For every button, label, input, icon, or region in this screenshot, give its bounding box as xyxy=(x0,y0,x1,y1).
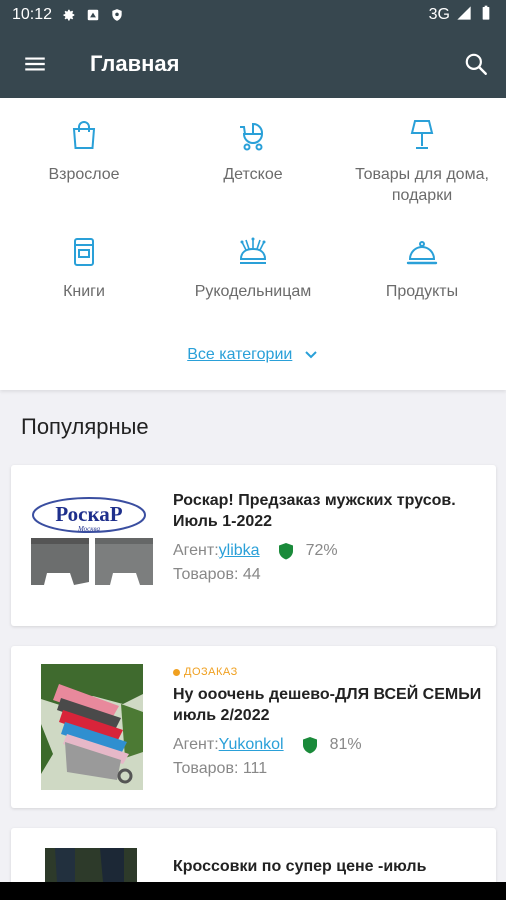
badge-label: ДОЗАКАЗ xyxy=(184,666,238,678)
battery-icon xyxy=(478,5,494,26)
rating-shield-icon xyxy=(278,542,294,560)
agent-link[interactable]: Yukonkol xyxy=(219,736,284,754)
status-bar: 10:12 3G xyxy=(0,0,506,30)
shopping-bag-icon xyxy=(72,121,96,149)
item-title: Кроссовки по супер цене -июль xyxy=(173,858,427,875)
chevron-down-icon xyxy=(305,351,317,359)
item-count: 111 xyxy=(242,760,268,777)
category-adult[interactable]: Взрослое xyxy=(0,118,168,185)
agent-link[interactable]: ylibka xyxy=(219,542,260,560)
agent-row: Агент: Yukonkol 81% xyxy=(173,736,482,754)
item-count-row: Товаров: 44 xyxy=(173,566,482,584)
item-count: 44 xyxy=(242,566,261,583)
status-time: 10:12 xyxy=(12,6,53,23)
count-prefix: Товаров: xyxy=(173,566,243,583)
cloche-icon xyxy=(406,241,438,265)
categories-panel: Взрослое Детское Товары для дома, подарк… xyxy=(0,98,506,390)
menu-button[interactable] xyxy=(0,30,70,98)
category-label: Книги xyxy=(63,283,105,300)
preorder-badge: ДОЗАКАЗ xyxy=(173,666,482,678)
all-categories-link[interactable]: Все категории xyxy=(0,346,506,364)
menu-icon xyxy=(25,57,45,71)
product-image: РоскаР Москва xyxy=(29,482,155,608)
network-type: 3G xyxy=(428,6,450,23)
category-handicraft[interactable]: Рукодельницам xyxy=(169,235,337,302)
all-categories-label: Все категории xyxy=(187,346,293,363)
search-icon xyxy=(465,53,487,75)
category-label: Взрослое xyxy=(48,166,120,183)
page-title: Главная xyxy=(90,51,180,76)
settings-icon xyxy=(62,8,76,22)
notification-icon xyxy=(86,8,100,22)
svg-text:Москва: Москва xyxy=(77,525,101,533)
category-label: Рукодельницам xyxy=(194,283,312,300)
section-title: Популярные xyxy=(21,414,149,439)
rating-shield-icon xyxy=(302,736,318,754)
product-image xyxy=(45,848,137,882)
stroller-icon xyxy=(240,122,264,151)
book-icon xyxy=(74,238,94,266)
category-label: Детское xyxy=(223,166,283,183)
agent-prefix: Агент: xyxy=(173,542,219,559)
category-home-gifts[interactable]: Товары для дома, подарки xyxy=(338,118,506,206)
search-button[interactable] xyxy=(446,30,506,98)
svg-text:РоскаР: РоскаР xyxy=(55,502,122,526)
app-bar: Главная xyxy=(0,30,506,98)
item-title: Роскар! Предзаказ мужских трусов. Июль 1… xyxy=(173,492,456,530)
category-food[interactable]: Продукты xyxy=(338,235,506,302)
count-prefix: Товаров: xyxy=(173,760,243,777)
pincushion-icon xyxy=(239,237,267,264)
shield-icon xyxy=(110,8,124,22)
item-info: ДОЗАКАЗ Ну ооочень дешево-ДЛЯ ВСЕЙ СЕМЬИ… xyxy=(173,666,482,778)
agent-row: Агент: ylibka 72% xyxy=(173,542,482,560)
agent-rating: 81% xyxy=(329,736,362,753)
item-info: Роскар! Предзаказ мужских трусов. Июль 1… xyxy=(173,490,482,584)
lamp-icon xyxy=(410,120,434,149)
agent-rating: 72% xyxy=(305,542,338,559)
signal-icon xyxy=(456,5,472,26)
item-count-row: Товаров: 111 xyxy=(173,760,482,778)
category-kids[interactable]: Детское xyxy=(169,118,337,185)
category-label: Товары для дома, подарки xyxy=(355,166,489,204)
item-info: Кроссовки по супер цене -июль xyxy=(173,856,482,877)
badge-dot xyxy=(173,668,180,676)
list-item[interactable]: РоскаР Москва Роскар! Предзаказ мужских … xyxy=(11,465,496,626)
product-image xyxy=(41,664,143,790)
system-nav-bar xyxy=(0,882,506,900)
list-item[interactable]: ДОЗАКАЗ Ну ооочень дешево-ДЛЯ ВСЕЙ СЕМЬИ… xyxy=(11,646,496,808)
category-label: Продукты xyxy=(385,283,459,300)
item-title: Ну ооочень дешево-ДЛЯ ВСЕЙ СЕМЬИ июль 2/… xyxy=(173,686,482,724)
category-books[interactable]: Книги xyxy=(0,235,168,302)
agent-prefix: Агент: xyxy=(173,736,219,753)
